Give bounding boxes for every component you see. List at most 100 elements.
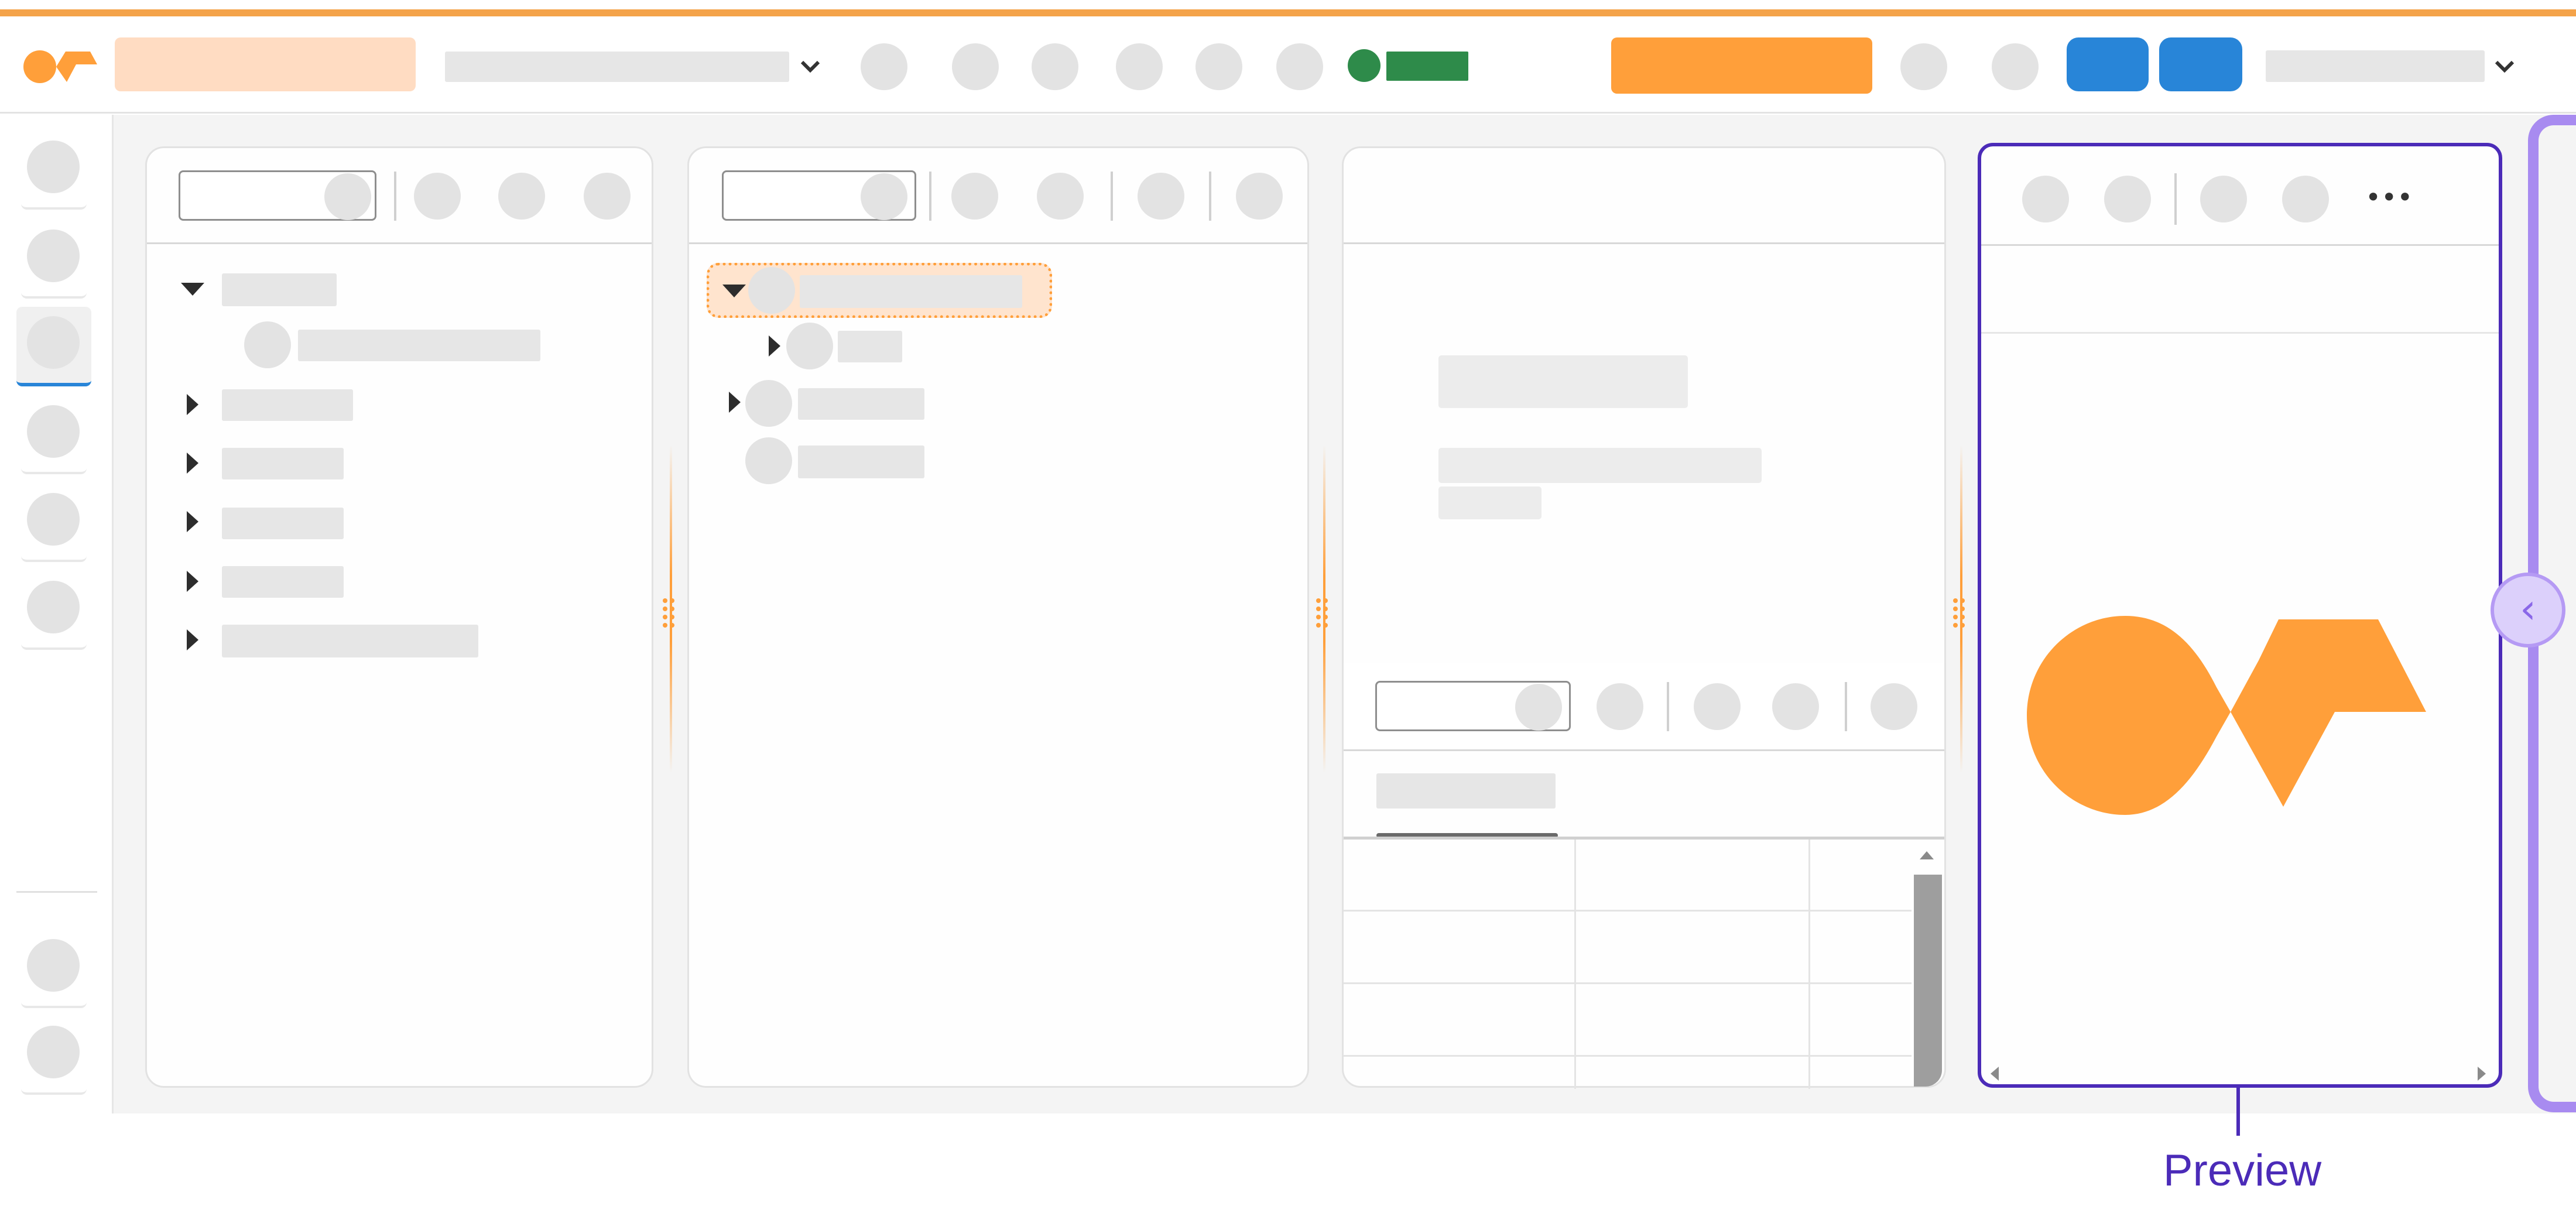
zoom-out-icon[interactable] (2104, 176, 2151, 222)
preview-toolbar: ••• (1981, 146, 2499, 246)
primary-action-button[interactable] (1611, 37, 1872, 94)
sort-icon[interactable] (1138, 173, 1184, 220)
filter-icon[interactable] (498, 173, 545, 220)
sidebar-item-icon (27, 581, 80, 633)
tree-node-icon (748, 267, 795, 314)
tree-node-icon (745, 437, 792, 484)
sidebar-item-1[interactable] (21, 133, 87, 210)
panel-toolbar (147, 148, 652, 244)
chevron-down-icon[interactable] (797, 55, 823, 78)
user-menu[interactable] (2266, 50, 2485, 82)
search-input[interactable] (722, 170, 916, 221)
callout-line (2236, 1088, 2240, 1136)
triangle-right-icon[interactable] (769, 335, 780, 357)
preview-canvas (1981, 335, 2499, 1084)
triangle-right-icon[interactable] (187, 629, 198, 650)
toolbar-divider (1209, 172, 1211, 221)
tree-node-selected[interactable] (707, 263, 1052, 318)
toolbar-icon-4[interactable] (1116, 43, 1163, 90)
add-icon[interactable] (1597, 683, 1643, 730)
sidebar-item-8[interactable] (21, 1019, 87, 1095)
sidebar-item-4[interactable] (21, 398, 87, 474)
sidebar-item-icon (27, 316, 80, 369)
table-row[interactable] (1344, 1055, 1912, 1057)
sidebar-item-icon (27, 493, 80, 546)
chevron-down-icon[interactable] (2492, 55, 2517, 78)
sort-icon[interactable] (1772, 683, 1819, 730)
table-toolbar (1344, 663, 1944, 751)
tree-node-icon (244, 321, 291, 368)
table-row[interactable] (1344, 910, 1912, 912)
search-input[interactable] (1375, 681, 1571, 731)
triangle-right-icon[interactable] (187, 394, 198, 415)
sidebar-item-icon (27, 405, 80, 458)
blue-button-2[interactable] (2159, 37, 2242, 91)
toolbar-icon-3[interactable] (1032, 43, 1078, 90)
more-horizontal-icon[interactable]: ••• (2365, 177, 2413, 218)
triangle-right-icon[interactable] (187, 511, 198, 532)
scrollbar-thumb[interactable] (1914, 875, 1942, 1087)
sidebar-item-2[interactable] (21, 222, 87, 299)
blue-button-1[interactable] (2067, 37, 2149, 91)
search-icon (861, 173, 907, 220)
filter-icon[interactable] (1694, 683, 1741, 730)
toolbar-icon-6[interactable] (1276, 43, 1323, 90)
toolbar-divider (1667, 682, 1669, 731)
triangle-down-icon[interactable] (181, 283, 204, 296)
tree-node-label[interactable] (222, 508, 344, 539)
settings-icon[interactable] (1236, 173, 1283, 220)
add-icon[interactable] (951, 173, 998, 220)
tree-node-label[interactable] (838, 331, 902, 362)
tree-node-label[interactable] (298, 330, 540, 361)
sidebar-item-icon (27, 1026, 80, 1078)
breadcrumb-selector[interactable] (445, 52, 789, 82)
scroll-right-arrow[interactable] (2478, 1067, 2486, 1081)
preview-subheader (1981, 246, 2499, 334)
tree-node-label[interactable] (798, 446, 924, 478)
add-icon[interactable] (414, 173, 461, 220)
settings-icon[interactable] (1871, 683, 1917, 730)
toolbar-icon-1[interactable] (861, 43, 907, 90)
tree-node-label[interactable] (222, 566, 344, 598)
toolbar-icon-2[interactable] (952, 43, 999, 90)
search-input[interactable] (179, 170, 376, 221)
sidebar-divider (16, 891, 97, 893)
fit-icon[interactable] (2200, 176, 2247, 222)
chevron-left-icon[interactable]: ‹ (2491, 573, 2565, 647)
app-logo[interactable] (22, 47, 98, 84)
detail-text (1438, 486, 1542, 519)
refresh-icon[interactable] (2282, 176, 2329, 222)
toolbar-icon-8[interactable] (1992, 43, 2039, 90)
tree-node-label[interactable] (222, 448, 344, 479)
triangle-right-icon[interactable] (187, 453, 198, 474)
sidebar-item-6[interactable] (21, 574, 87, 650)
toolbar-icon-5[interactable] (1195, 43, 1242, 90)
preview-logo-image (2022, 611, 2467, 822)
project-name-pill[interactable] (115, 37, 416, 91)
data-table (1344, 837, 1944, 1089)
table-row[interactable] (1344, 982, 1912, 984)
left-sidebar (0, 115, 114, 1113)
tree-node-label[interactable] (222, 389, 353, 421)
triangle-right-icon[interactable] (187, 571, 198, 592)
toolbar-icon-7[interactable] (1900, 43, 1947, 90)
tree-node-label (800, 275, 1022, 308)
resize-handle[interactable] (1953, 598, 1969, 633)
tree-node-label[interactable] (222, 273, 337, 306)
filter-icon[interactable] (1037, 173, 1084, 220)
sidebar-item-3-active[interactable] (16, 307, 91, 386)
tree-node-label[interactable] (798, 388, 924, 420)
table-tab[interactable] (1376, 773, 1556, 808)
zoom-in-icon[interactable] (2022, 176, 2069, 222)
sidebar-item-5[interactable] (21, 486, 87, 562)
sidebar-item-7[interactable] (21, 932, 87, 1008)
settings-icon[interactable] (584, 173, 631, 220)
resize-handle[interactable] (663, 598, 679, 633)
detail-title (1438, 355, 1688, 408)
scroll-up-arrow[interactable] (1920, 851, 1934, 859)
triangle-right-icon[interactable] (729, 392, 741, 413)
sidebar-item-icon (27, 939, 80, 992)
scroll-left-arrow[interactable] (1991, 1067, 1999, 1081)
resize-handle[interactable] (1316, 598, 1332, 633)
tree-node-label[interactable] (222, 625, 478, 657)
